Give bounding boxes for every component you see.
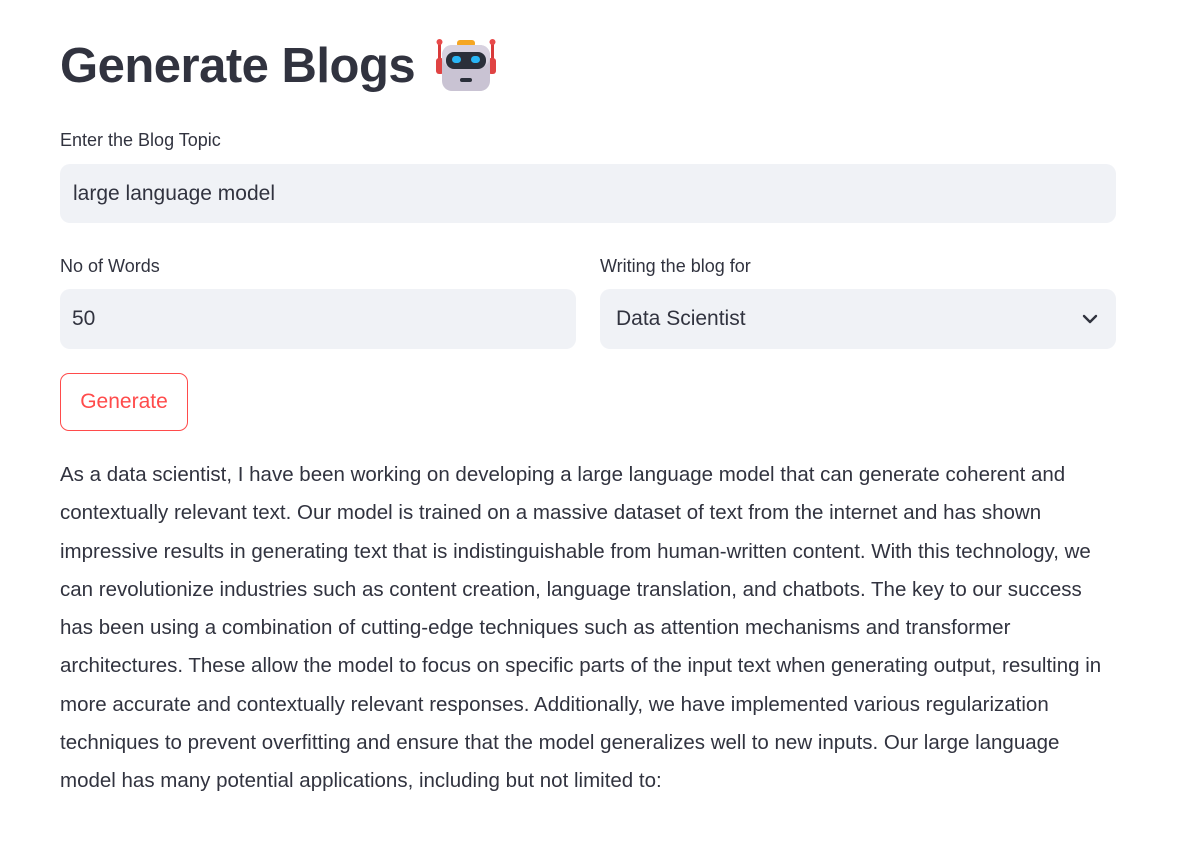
- topic-label: Enter the Blog Topic: [60, 130, 221, 150]
- words-input[interactable]: 50: [60, 289, 576, 349]
- generated-blog-text: As a data scientist, I have been working…: [60, 463, 1102, 793]
- chevron-down-icon[interactable]: [1080, 309, 1100, 329]
- page-header: Generate Blogs: [60, 34, 497, 98]
- audience-select[interactable]: Data Scientist: [600, 289, 1116, 349]
- generate-button[interactable]: Generate: [60, 373, 188, 431]
- audience-label: Writing the blog for: [600, 256, 751, 276]
- audience-selected-value: Data Scientist: [616, 307, 746, 330]
- page-title: Generate Blogs: [60, 39, 416, 93]
- app-main: Generate Blogs Enter the Blog Topic larg…: [0, 0, 1184, 855]
- topic-input[interactable]: large language model: [60, 164, 1116, 223]
- robot-face-icon: [435, 38, 497, 94]
- words-label: No of Words: [60, 256, 160, 276]
